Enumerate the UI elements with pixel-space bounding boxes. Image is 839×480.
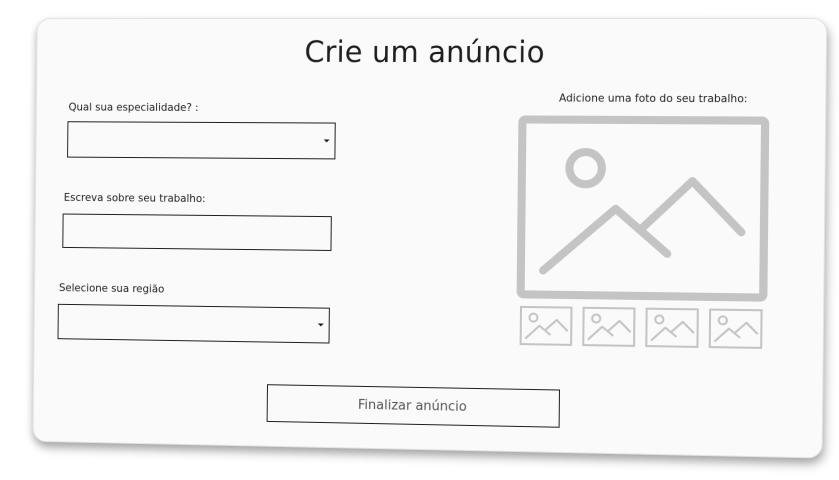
- page: Crie um anúncio Qual sua especialidade? …: [0, 0, 839, 480]
- image-placeholder-icon: [645, 307, 700, 348]
- image-placeholder-icon: [519, 305, 573, 346]
- image-placeholder-icon: [517, 115, 770, 301]
- thumbnail-upload-2[interactable]: [582, 306, 636, 347]
- region-label: Selecione sua região: [58, 282, 165, 296]
- image-placeholder-icon: [582, 306, 636, 347]
- finish-ad-button[interactable]: Finalizar anúncio: [266, 384, 561, 428]
- about-input[interactable]: [62, 213, 332, 251]
- page-title: Crie um anúncio: [304, 34, 545, 70]
- region-select[interactable]: [57, 303, 330, 344]
- image-placeholder-icon: [708, 308, 763, 349]
- chevron-down-icon: [323, 138, 330, 142]
- specialty-label: Qual sua especialidade? :: [68, 101, 199, 114]
- main-photo-upload[interactable]: [517, 115, 770, 301]
- specialty-select[interactable]: [67, 121, 336, 160]
- thumbnail-upload-3[interactable]: [645, 307, 700, 348]
- photo-label: Adicione uma foto do seu trabalho:: [558, 92, 748, 106]
- about-label: Escreva sobre seu trabalho:: [63, 191, 206, 206]
- thumbnail-upload-1[interactable]: [519, 305, 573, 346]
- chevron-down-icon: [317, 323, 324, 327]
- create-ad-card: Crie um anúncio Qual sua especialidade? …: [32, 17, 828, 459]
- thumbnail-upload-4[interactable]: [708, 308, 763, 349]
